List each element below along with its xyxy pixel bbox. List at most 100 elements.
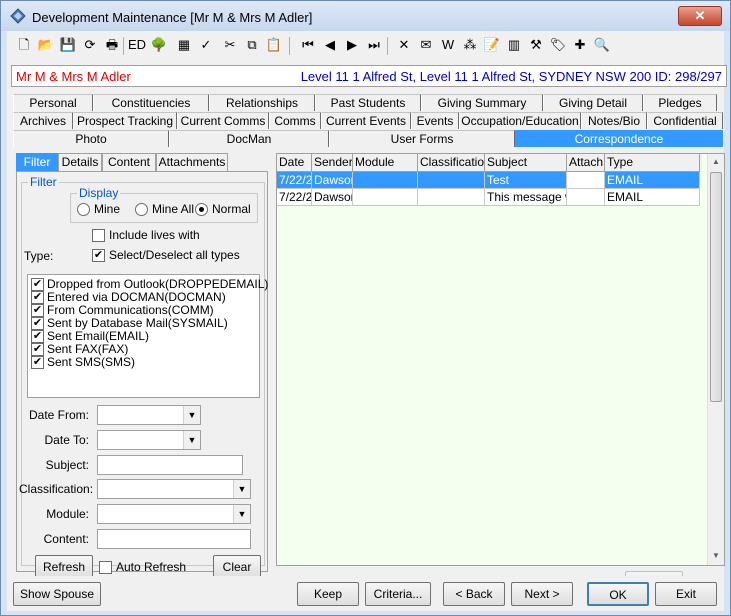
tab-archives[interactable]: Archives: [13, 112, 73, 129]
tab-user-forms[interactable]: User Forms: [329, 130, 515, 148]
edit-id-icon[interactable]: ED: [128, 36, 146, 54]
cell-module: [353, 172, 418, 189]
cut-icon[interactable]: ✂: [221, 36, 239, 54]
word-icon[interactable]: W: [439, 36, 457, 54]
col-subject[interactable]: Subject: [485, 154, 567, 172]
select-all-types-checkbox[interactable]: ✔ Select/Deselect all types: [92, 248, 240, 262]
radio-mine[interactable]: Mine: [77, 202, 120, 216]
calculator-icon[interactable]: ▦: [175, 36, 193, 54]
save-icon[interactable]: 💾: [59, 36, 77, 54]
next-record-icon[interactable]: ▶: [343, 36, 361, 54]
tab-constituencies[interactable]: Constituencies: [93, 94, 209, 111]
keep-button[interactable]: Keep: [297, 582, 359, 606]
tab-current-events[interactable]: Current Events: [321, 112, 411, 129]
tab-past-students[interactable]: Past Students: [315, 94, 421, 111]
col-sender[interactable]: Sender: [312, 154, 353, 172]
type-item-docman[interactable]: ✔ Entered via DOCMAN(DOCMAN): [31, 290, 226, 304]
type-item-droppedemail[interactable]: ✔ Dropped from Outlook(DROPPEDEMAIL): [31, 277, 268, 291]
tab-prospect-tracking[interactable]: Prospect Tracking: [73, 112, 177, 129]
email-icon[interactable]: ✉: [417, 36, 435, 54]
vertical-scrollbar[interactable]: ▲ ▼: [707, 154, 724, 565]
type-item-sysmail[interactable]: ✔ Sent by Database Mail(SYSMAIL): [31, 316, 228, 330]
tab-docman[interactable]: DocMan: [169, 130, 329, 148]
tab-confidential[interactable]: Confidential: [647, 112, 723, 129]
radio-normal[interactable]: Normal: [195, 202, 251, 216]
tab-pledges[interactable]: Pledges: [643, 94, 717, 111]
back-button[interactable]: < Back: [443, 582, 505, 606]
copy-icon[interactable]: ⧉: [243, 36, 261, 54]
preview-icon[interactable]: 🔍: [593, 36, 611, 54]
tab-correspondence[interactable]: Correspondence: [515, 130, 723, 148]
types-list: ✔ Dropped from Outlook(DROPPEDEMAIL) ✔ E…: [27, 274, 268, 398]
tab-current-comms[interactable]: Current Comms: [177, 112, 269, 129]
table-row[interactable]: 7/22/2 Dawson This message we EMAIL: [277, 189, 702, 206]
criteria-button[interactable]: Criteria...: [365, 582, 431, 606]
exit-button[interactable]: Exit: [655, 582, 717, 606]
type-checkbox: ✔: [31, 290, 44, 304]
radio-mine-all[interactable]: Mine All: [135, 202, 194, 216]
scroll-down-icon[interactable]: ▼: [708, 548, 724, 564]
type-item-fax[interactable]: ✔ Sent FAX(FAX): [31, 342, 128, 356]
auto-refresh-checkbox[interactable]: Auto Refresh: [99, 560, 186, 574]
subject-input[interactable]: [97, 455, 243, 475]
ok-button[interactable]: OK: [587, 582, 649, 606]
table-row[interactable]: 7/22/2 Dawson Test EMAIL: [277, 172, 702, 189]
delete-icon[interactable]: ✕: [395, 36, 413, 54]
col-classification[interactable]: Classification: [418, 154, 485, 172]
content-input[interactable]: [97, 529, 251, 549]
tab-relationships[interactable]: Relationships: [209, 94, 315, 111]
type-checkbox: ✔: [31, 277, 44, 291]
new-icon[interactable]: 🗋: [15, 36, 33, 54]
type-item-email[interactable]: ✔ Sent Email(EMAIL): [31, 329, 149, 343]
tab-comms[interactable]: Comms: [269, 112, 321, 129]
last-record-icon[interactable]: ⏭: [365, 36, 383, 54]
cell-sender: Dawson: [312, 189, 353, 206]
col-attach[interactable]: Attach: [567, 154, 605, 172]
chevron-down-icon: ▼: [233, 505, 250, 523]
refresh-icon[interactable]: ⟳: [81, 36, 99, 54]
subtab-content[interactable]: Content: [102, 153, 156, 171]
show-spouse-button[interactable]: Show Spouse: [13, 582, 101, 606]
tab-giving-summary[interactable]: Giving Summary: [421, 94, 543, 111]
type-item-label: Sent by Database Mail(SYSMAIL): [47, 316, 228, 330]
tag-icon[interactable]: 🏷: [549, 36, 567, 54]
col-date[interactable]: Date: [277, 154, 312, 172]
add-note-icon[interactable]: ✚: [571, 36, 589, 54]
tree-icon[interactable]: 🌳: [150, 36, 168, 54]
tab-photo[interactable]: Photo: [13, 130, 169, 148]
cell-attach: [567, 189, 605, 206]
module-dropdown[interactable]: ▼: [97, 504, 251, 524]
tab-notes-bio[interactable]: Notes/Bio: [581, 112, 647, 129]
col-module[interactable]: Module: [353, 154, 418, 172]
network-icon[interactable]: ⁂: [461, 36, 479, 54]
title-bar[interactable]: Development Maintenance [Mr M & Mrs M Ad…: [1, 1, 730, 31]
subtab-details[interactable]: Details: [58, 153, 102, 171]
date-to-dropdown[interactable]: ▼: [97, 430, 201, 450]
subtab-attachments[interactable]: Attachments: [156, 153, 228, 171]
date-from-dropdown[interactable]: ▼: [97, 405, 201, 425]
col-type[interactable]: Type: [605, 154, 700, 172]
first-record-icon[interactable]: ⏮: [299, 36, 317, 54]
print-icon[interactable]: 🖶: [103, 36, 121, 54]
tools-icon[interactable]: ⚒: [527, 36, 545, 54]
include-lives-with-checkbox[interactable]: Include lives with: [92, 228, 200, 242]
scroll-thumb[interactable]: [710, 172, 722, 402]
spellcheck-icon[interactable]: ✓: [197, 36, 215, 54]
type-item-comm[interactable]: ✔ From Communications(COMM): [31, 303, 214, 317]
previous-record-icon[interactable]: ◀: [321, 36, 339, 54]
open-folder-icon[interactable]: 📂: [37, 36, 55, 54]
tab-giving-detail[interactable]: Giving Detail: [543, 94, 643, 111]
display-group: Display Mine Mine All Normal: [70, 186, 258, 223]
tab-personal[interactable]: Personal: [13, 94, 93, 111]
tab-occupation-education[interactable]: Occupation/Education: [459, 112, 581, 129]
next-button[interactable]: Next >: [511, 582, 573, 606]
barcode-icon[interactable]: ▥: [505, 36, 523, 54]
classification-dropdown[interactable]: ▼: [97, 479, 251, 499]
scroll-up-icon[interactable]: ▲: [708, 154, 724, 170]
type-item-sms[interactable]: ✔ Sent SMS(SMS): [31, 355, 135, 369]
notes-icon[interactable]: 📝: [483, 36, 501, 54]
subtab-filter[interactable]: Filter: [16, 153, 58, 171]
tab-events[interactable]: Events: [411, 112, 459, 129]
close-button[interactable]: ✕: [678, 6, 722, 26]
paste-icon[interactable]: 📋: [265, 36, 283, 54]
